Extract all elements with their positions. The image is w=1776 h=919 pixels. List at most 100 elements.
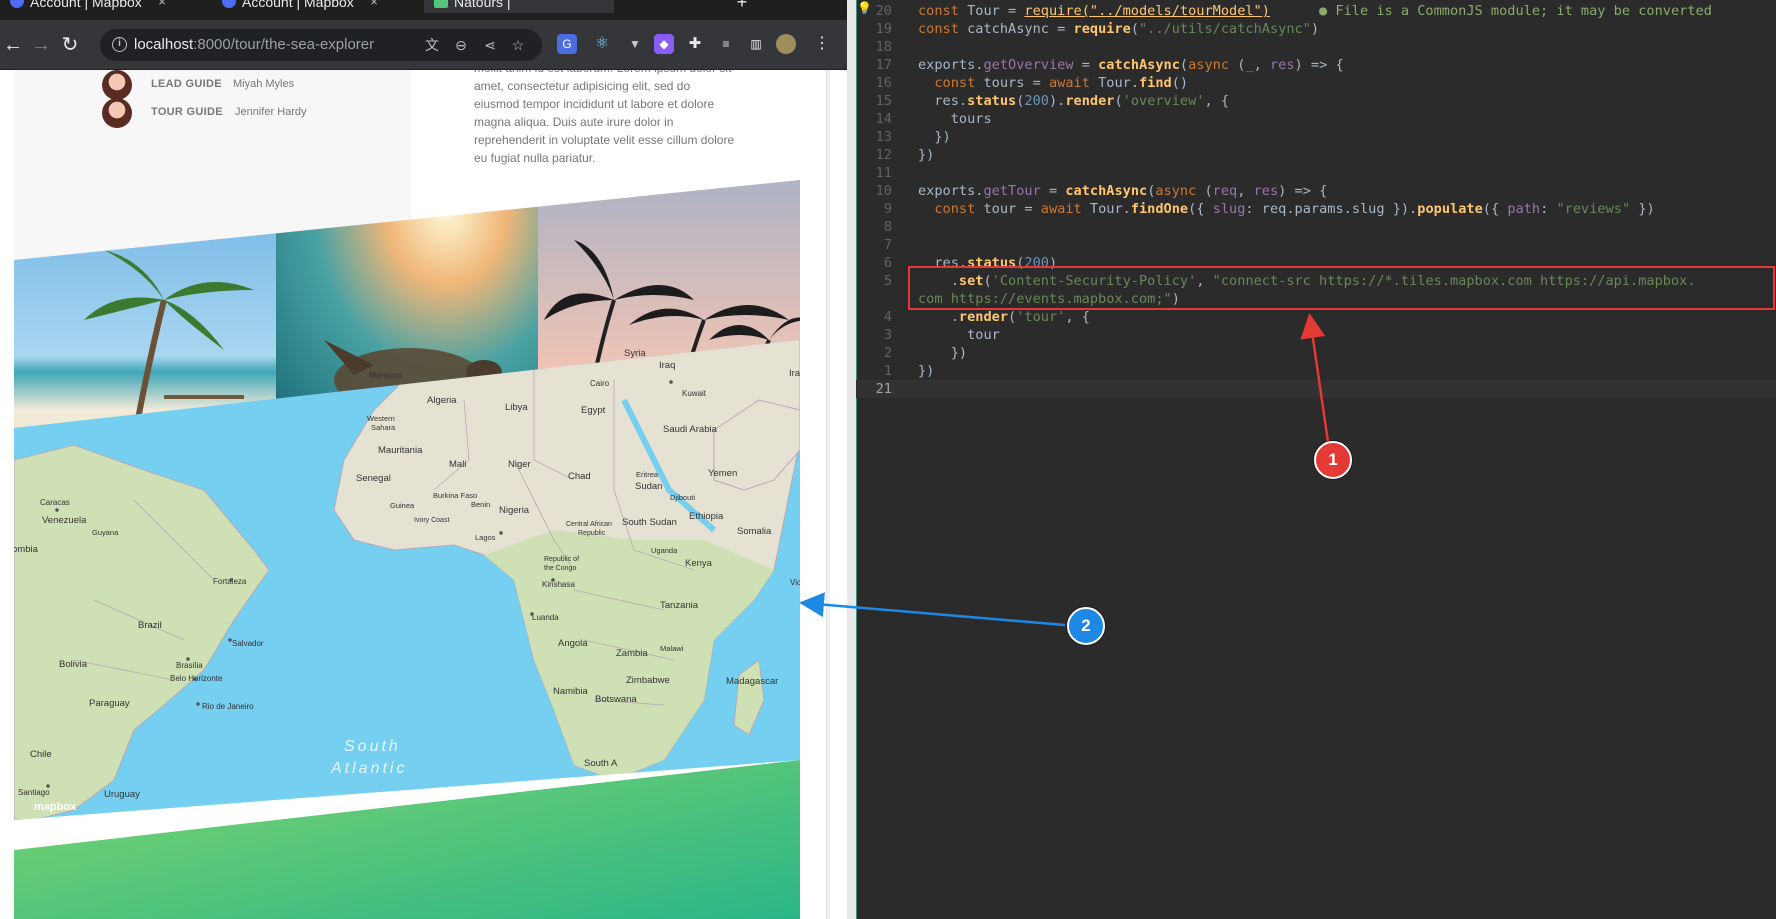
map-label-burkina-faso: Burkina Faso <box>433 491 477 500</box>
map-label-ivory-coast: Ivory Coast <box>414 517 449 524</box>
tab-title: Account | Mapbox <box>242 0 354 10</box>
code-line[interactable]: 6 res.status(200) <box>856 254 1776 272</box>
code-text[interactable]: exports.getTour = catchAsync(async (req,… <box>918 182 1327 200</box>
extension-shield-icon[interactable]: ◆ <box>654 34 674 54</box>
map-label-ira: Ira <box>789 368 800 379</box>
side-panel-icon[interactable]: ▥ <box>746 34 766 54</box>
code-line[interactable]: 7 <box>856 236 1776 254</box>
code-line[interactable]: 8 <box>856 218 1776 236</box>
address-bar[interactable]: i localhost:8000/tour/the-sea-explorer 文… <box>100 29 542 61</box>
tour-description: mollit anim id est laborum. Lorem ipsum … <box>474 70 735 165</box>
vue-devtools-icon[interactable]: ▼ <box>625 34 645 54</box>
code-token: render <box>958 309 1009 325</box>
map-label-bolivia: Bolivia <box>59 659 88 670</box>
line-number: 9 <box>883 201 892 217</box>
code-line[interactable]: 16 const tours = await Tour.find() <box>856 74 1776 92</box>
line-number: 17 <box>875 57 892 73</box>
map-label-kinshasa: Kinshasa <box>542 580 575 589</box>
code-text[interactable]: com https://events.mapbox.com;") <box>918 290 1180 308</box>
share-icon[interactable]: ⋖ <box>481 36 499 54</box>
code-text[interactable]: const tours = await Tour.find() <box>918 74 1188 92</box>
code-line[interactable]: 1}) <box>856 362 1776 380</box>
map-label-angola: Angola <box>558 638 588 649</box>
code-line[interactable]: 18 <box>856 38 1776 56</box>
code-line[interactable]: 2 }) <box>856 344 1776 362</box>
extensions-puzzle-icon[interactable]: ✚ <box>685 34 705 54</box>
code-token: , <box>1196 273 1213 289</box>
bookmark-star-icon[interactable]: ☆ <box>509 36 527 54</box>
back-button[interactable]: ← <box>0 32 26 58</box>
new-tab-button[interactable]: + <box>732 0 752 12</box>
zoom-icon[interactable]: ⊖ <box>452 36 470 54</box>
translate-icon[interactable]: 文 <box>423 36 441 54</box>
browser-window: Account | Mapbox × Account | Mapbox × Na… <box>0 0 847 919</box>
code-editor[interactable]: 💡 20 const Tour = require("../models/tour… <box>856 0 1776 919</box>
map-label-chile: Chile <box>30 749 52 760</box>
code-text[interactable]: }) <box>918 146 934 164</box>
browser-menu-button[interactable]: ⋮ <box>812 34 832 54</box>
code-line[interactable]: 19 const catchAsync = require("../utils/c… <box>856 20 1776 38</box>
map-label-malawi: Malawi <box>660 644 684 653</box>
guide-name: Jennifer Hardy <box>235 106 307 118</box>
code-text[interactable]: exports.getOverview = catchAsync(async (… <box>918 56 1344 74</box>
code-line[interactable]: 11 <box>856 164 1776 182</box>
tab-natours[interactable]: Natours | <box>424 0 614 13</box>
code-text[interactable]: tour <box>918 326 1000 344</box>
tour-map[interactable]: Syria Iraq Ira Morocco Cairo Kuwait Alge… <box>14 340 800 820</box>
map-label-kuwait: Kuwait <box>682 389 707 398</box>
code-token: , { <box>1065 309 1090 325</box>
code-token: ( <box>1130 21 1139 37</box>
code-line[interactable]: 4 .render('tour', { <box>856 308 1776 326</box>
code-line[interactable]: 13 }) <box>856 128 1776 146</box>
url-text[interactable]: localhost:8000/tour/the-sea-explorer <box>134 36 374 53</box>
code-text[interactable]: .set('Content-Security-Policy', "connect… <box>918 272 1696 290</box>
code-line[interactable]: 3 tour <box>856 326 1776 344</box>
code-line[interactable]: 10 exports.getTour = catchAsync(async (re… <box>856 182 1776 200</box>
code-text[interactable]: }) <box>918 362 934 380</box>
code-text[interactable]: }) <box>918 344 967 362</box>
tab-account-mapbox-1[interactable]: Account | Mapbox × <box>0 0 166 13</box>
code-text[interactable]: .render('tour', { <box>918 308 1090 326</box>
code-token: ( <box>983 273 992 289</box>
code-line[interactable]: 20 const Tour = require("../models/tourMo… <box>856 2 1776 20</box>
code-line[interactable]: com https://events.mapbox.com;") <box>856 290 1776 308</box>
code-text[interactable]: const catchAsync = require("../utils/cat… <box>918 20 1319 38</box>
code-line[interactable]: 15 res.status(200).render('overview', { <box>856 92 1776 110</box>
code-token: }) <box>1630 201 1655 217</box>
code-text[interactable]: const tour = await Tour.findOne({ slug: … <box>918 200 1655 218</box>
tab-close-icon[interactable]: × <box>370 0 378 13</box>
react-devtools-icon[interactable]: ⚛ <box>592 34 612 54</box>
tab-close-icon[interactable]: × <box>158 0 166 13</box>
translate-extension-icon[interactable]: G <box>557 34 577 54</box>
code-token: = <box>1040 183 1066 199</box>
site-info-icon[interactable]: i <box>112 37 127 52</box>
code-line[interactable]: 14 tours <box>856 110 1776 128</box>
code-text[interactable]: res.status(200) <box>918 254 1057 272</box>
media-controls-icon[interactable]: ≡ <box>716 34 736 54</box>
forward-button[interactable]: → <box>28 32 54 58</box>
code-line[interactable]: 5 .set('Content-Security-Policy', "conne… <box>856 272 1776 290</box>
code-token: require("../models/tourModel") <box>1024 3 1270 19</box>
page-scrollbar[interactable] <box>826 70 830 919</box>
code-line[interactable]: 12}) <box>856 146 1776 164</box>
reload-button[interactable]: ↻ <box>57 32 83 58</box>
guide-name: Miyah Myles <box>233 78 295 90</box>
code-line[interactable]: 21 <box>856 380 1776 398</box>
code-token: exports. <box>918 57 984 73</box>
green-section <box>14 760 800 919</box>
code-text[interactable]: const Tour = require("../models/tourMode… <box>918 2 1712 20</box>
tab-account-mapbox-2[interactable]: Account | Mapbox × <box>212 0 378 13</box>
web-page: LEAD GUIDE Miyah Myles TOUR GUIDE Jennif… <box>0 70 830 919</box>
profile-avatar[interactable] <box>776 34 796 54</box>
code-line[interactable]: 17 exports.getOverview = catchAsync(async… <box>856 56 1776 74</box>
code-text[interactable]: tours <box>918 110 992 128</box>
code-text[interactable]: }) <box>918 128 950 146</box>
code-text[interactable]: res.status(200).render('overview', { <box>918 92 1229 110</box>
code-token: tours = <box>983 75 1049 91</box>
code-token: const <box>934 201 984 217</box>
code-token: await <box>1040 201 1090 217</box>
code-token: path <box>1507 201 1541 217</box>
code-line[interactable]: 9 const tour = await Tour.findOne({ slug… <box>856 200 1776 218</box>
